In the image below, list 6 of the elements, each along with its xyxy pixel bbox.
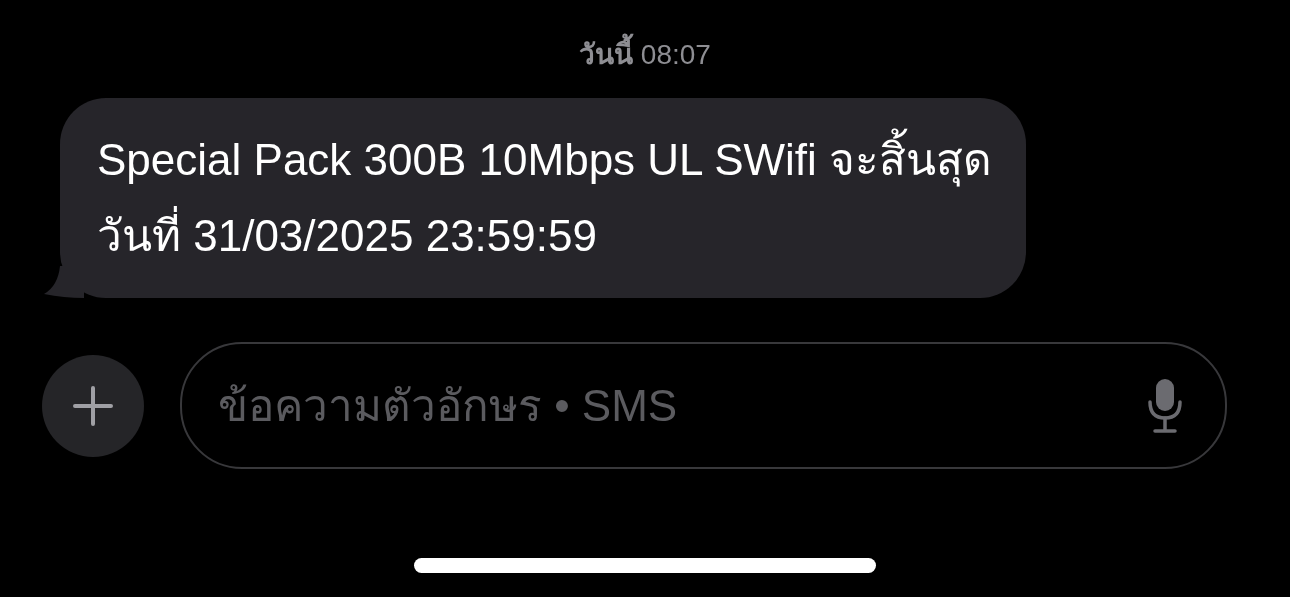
- message-bubble: Special Pack 300B 10Mbps UL SWifi จะสิ้นสุดวันที่ 31/03/2025 23:59:59: [60, 98, 1026, 298]
- message-field[interactable]: ข้อความตัวอักษร • SMS: [180, 342, 1227, 469]
- plus-icon: [73, 385, 113, 426]
- bubble-tail: [44, 266, 84, 298]
- microphone-icon[interactable]: [1147, 378, 1183, 434]
- message-timestamp: วันนี้ 08:07: [579, 32, 711, 76]
